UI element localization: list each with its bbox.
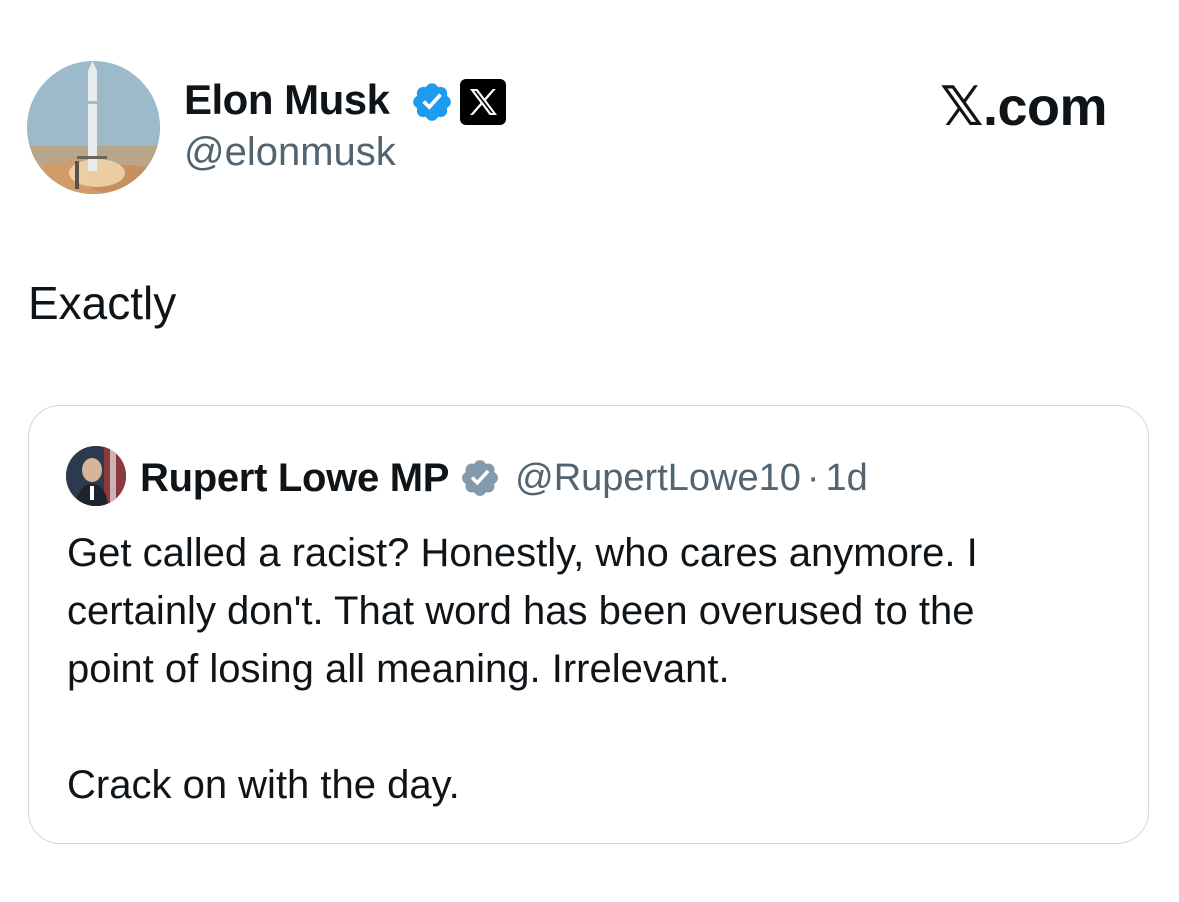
quoted-timestamp[interactable]: 1d <box>826 457 868 500</box>
quoted-tweet-header: Rupert Lowe MP @RupertLowe10 · 1d <box>140 450 868 506</box>
author-name[interactable]: Elon Musk <box>184 76 390 124</box>
quoted-author-avatar[interactable] <box>66 446 126 506</box>
quoted-author-handle[interactable]: @RupertLowe10 <box>515 457 801 500</box>
author-handle[interactable]: @elonmusk <box>184 130 396 175</box>
brand-suffix: .com <box>983 77 1108 137</box>
author-avatar[interactable] <box>27 61 160 194</box>
brand-x-glyph: 𝕏 <box>940 75 984 138</box>
separator-dot: · <box>806 456 820 499</box>
quoted-body-line: Get called a racist? Honestly, who cares… <box>67 531 978 575</box>
quoted-tweet-card[interactable]: Rupert Lowe MP @RupertLowe10 · 1d Get ca… <box>28 405 1149 844</box>
quoted-body-line: point of losing all meaning. Irrelevant. <box>67 647 730 691</box>
verified-badge-icon <box>462 460 499 496</box>
brand-watermark: 𝕏.com <box>940 75 1108 138</box>
verified-badge-icon <box>413 83 451 121</box>
tweet-text: Exactly <box>28 277 177 329</box>
quoted-body-line: Crack on with the day. <box>67 763 460 807</box>
quoted-body-line: certainly don't. That word has been over… <box>67 589 975 633</box>
x-logo-icon[interactable] <box>460 79 506 125</box>
quoted-author-name[interactable]: Rupert Lowe MP <box>140 456 449 501</box>
quoted-tweet-body: Get called a racist? Honestly, who cares… <box>67 524 1127 814</box>
